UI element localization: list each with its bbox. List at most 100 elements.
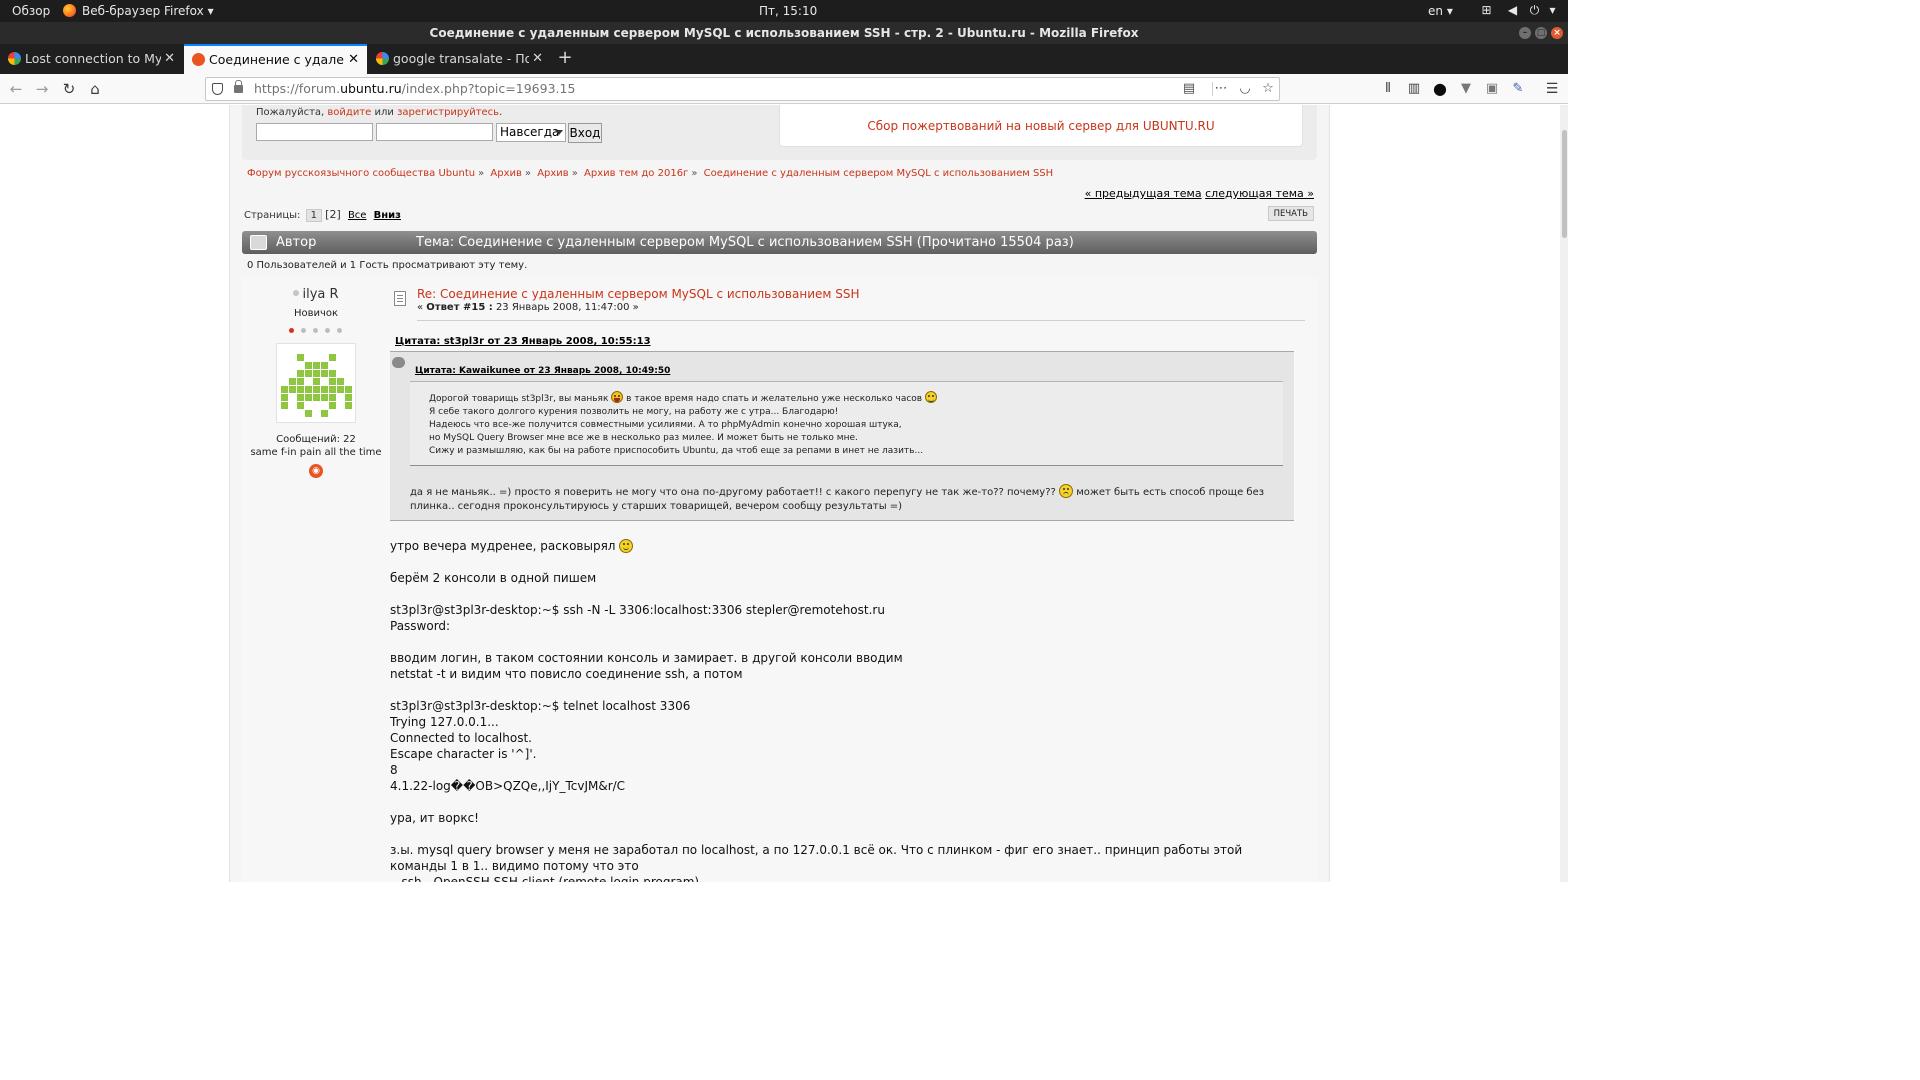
pages-label: Страницы: [244, 210, 301, 221]
quote-text: да я не маньяк.. =) просто я поверить не… [410, 484, 1280, 514]
forward-button[interactable]: → [32, 79, 52, 99]
poster-signature: same f-in pain all the time [250, 447, 382, 458]
message-count: Сообщений: 22 [276, 434, 356, 445]
app-menu-label: Веб-браузер Firefox [82, 4, 204, 18]
rank-star-icon [289, 328, 294, 333]
menu-icon[interactable]: ☰ [1542, 79, 1562, 99]
quote-header-link[interactable]: Цитата: st3pl3r от 23 Январь 2008, 10:55… [395, 336, 651, 347]
url-bar[interactable]: https://forum.ubuntu.ru/index.php?topic=… [205, 77, 1280, 101]
sidebar-icon[interactable]: ▥ [1404, 79, 1424, 99]
topic-icon [250, 235, 267, 250]
pen-extension-icon[interactable]: ✎ [1508, 79, 1528, 99]
close-window-button[interactable]: × [1551, 27, 1563, 39]
post-subject[interactable]: Re: Соединение с удаленным сервером MySQ… [417, 287, 860, 301]
account-icon[interactable]: ● [1430, 79, 1450, 99]
post-line [390, 634, 1290, 650]
pagination: Страницы: 1 [2] Все Вниз [244, 208, 401, 222]
page-1-link[interactable]: 1 [305, 209, 322, 222]
volume-icon[interactable]: ◀ [1506, 4, 1519, 17]
login-hint: Пожалуйста, войдите или зарегистрируйтес… [256, 107, 503, 118]
smile-smiley-icon [619, 539, 634, 553]
go-down-link[interactable]: Вниз [374, 210, 401, 221]
extension-icon[interactable]: ▼ [1456, 79, 1476, 99]
page-actions-icon[interactable]: ⋯ [1212, 78, 1230, 100]
all-pages-link[interactable]: Все [348, 210, 367, 221]
quote-block: Цитата: Kawaikunee от 23 Январь 2008, 10… [390, 351, 1294, 521]
tracking-shield-icon[interactable] [212, 83, 223, 95]
back-button[interactable]: ← [6, 79, 26, 99]
activities-button[interactable]: Обзор [12, 4, 50, 18]
pocket-icon[interactable]: ◡ [1236, 78, 1254, 100]
tab-strip: Lost connection to MySQL ✕ Соединение с … [0, 44, 1568, 74]
tab-label: google transalate - Поиск в Google [393, 51, 529, 66]
scrollbar[interactable] [1560, 105, 1568, 882]
post-line: 4.1.22-log��OB>QZQe,,IjY_TcvJM&r/C [390, 779, 626, 793]
breadcrumb-link[interactable]: Архив тем до 2016г [584, 168, 688, 179]
reader-view-icon[interactable]: ▤ [1180, 78, 1198, 100]
bookmark-star-icon[interactable]: ☆ [1259, 78, 1277, 100]
home-button[interactable]: ⌂ [85, 79, 105, 99]
session-duration-select[interactable]: Навсегда [496, 123, 566, 142]
nested-quote-header-link[interactable]: Цитата: Kawaikunee от 23 Январь 2008, 10… [415, 366, 670, 376]
maximize-button[interactable]: □ [1535, 27, 1547, 39]
library-icon[interactable]: ⫴ [1378, 79, 1398, 99]
ubuntu-user-icon[interactable]: ◉ [309, 464, 323, 478]
tab-lost-connection[interactable]: Lost connection to MySQL ✕ [0, 44, 183, 74]
nested-quote-block: Дорогой товарищь st3pl3r, вы маньяк в та… [410, 381, 1283, 466]
screenshot-icon[interactable]: ▣ [1482, 79, 1502, 99]
rank-star-icon [325, 328, 330, 333]
breadcrumb: Форум русскоязычного сообщества Ubuntu» … [247, 168, 1054, 179]
post-line: ...ssh - OpenSSH SSH client (remote logi… [390, 875, 700, 882]
lock-icon[interactable] [234, 80, 243, 93]
login-link[interactable]: войдите [327, 107, 371, 118]
clock[interactable]: Пт, 15:10 [759, 4, 817, 18]
navigation-toolbar: ← → ↻ ⌂ https://forum.ubuntu.ru/index.ph… [0, 74, 1568, 104]
app-menu[interactable]: Веб-браузер Firefox ▾ [63, 4, 214, 18]
close-tab-icon[interactable]: ✕ [164, 44, 175, 74]
author-column-label: Автор [276, 235, 317, 250]
scrollbar-thumb[interactable] [1562, 130, 1567, 238]
post-line [390, 826, 1290, 842]
post-line [390, 554, 1290, 570]
ubuntu-icon [192, 53, 205, 66]
network-icon[interactable]: ⊞ [1480, 4, 1493, 17]
page-viewport: Пожалуйста, войдите или зарегистрируйтес… [0, 105, 1568, 882]
post-line: netstat -t и видим что повисло соединени… [390, 667, 743, 681]
avatar [276, 343, 356, 423]
offline-status-icon [293, 290, 300, 296]
username-input[interactable] [256, 123, 373, 141]
login-button[interactable]: Вход [568, 123, 602, 143]
power-icon[interactable]: ⏻ [1528, 4, 1541, 17]
breadcrumb-link[interactable]: Архив [537, 168, 569, 179]
google-icon [376, 52, 389, 65]
breadcrumb-link[interactable]: Соединение с удаленным сервером MySQL с … [704, 168, 1054, 179]
tab-ssh-topic[interactable]: Соединение с удаленным сервером ✕ [184, 44, 367, 74]
reload-button[interactable]: ↻ [59, 79, 79, 99]
password-input[interactable] [376, 123, 493, 141]
keyboard-layout[interactable]: en ▾ [1428, 4, 1453, 18]
sad-smiley-icon [1059, 484, 1074, 498]
poster-name[interactable]: ilya R [302, 287, 338, 302]
google-icon [8, 52, 21, 65]
post-meta: « Ответ #15 : 23 Январь 2008, 11:47:00 » [417, 302, 639, 313]
next-topic-link[interactable]: следующая тема » [1205, 187, 1314, 200]
post-line: Password: [390, 619, 451, 633]
donation-banner[interactable]: Сбор пожертвований на новый сервер для U… [779, 105, 1303, 147]
breadcrumb-link[interactable]: Архив [490, 168, 522, 179]
minimize-button[interactable]: – [1519, 27, 1531, 39]
register-link[interactable]: зарегистрируйтесь [397, 107, 499, 118]
tab-google-search[interactable]: google transalate - Поиск в Google ✕ [368, 44, 551, 74]
url-text[interactable]: https://forum.ubuntu.ru/index.php?topic=… [254, 78, 575, 100]
close-tab-icon[interactable]: ✕ [348, 46, 359, 74]
post-line: ура, ит воркс! [390, 811, 479, 825]
chevron-down-icon: ▾ [1446, 4, 1453, 18]
quote-line: Сижу и размышляю, как бы на работе присп… [429, 446, 924, 456]
breadcrumb-link[interactable]: Форум русскоязычного сообщества Ubuntu [247, 168, 475, 179]
post-line: берём 2 консоли в одной пишем [390, 571, 597, 585]
prev-topic-link[interactable]: « предыдущая тема [1085, 187, 1202, 200]
close-tab-icon[interactable]: ✕ [532, 44, 543, 74]
print-button[interactable]: ПЕЧАТЬ [1267, 206, 1314, 221]
chevron-down-icon[interactable]: ▾ [1546, 4, 1559, 17]
new-tab-button[interactable]: + [554, 44, 576, 74]
system-top-bar: Обзор Веб-браузер Firefox ▾ Пт, 15:10 en… [0, 0, 1568, 22]
